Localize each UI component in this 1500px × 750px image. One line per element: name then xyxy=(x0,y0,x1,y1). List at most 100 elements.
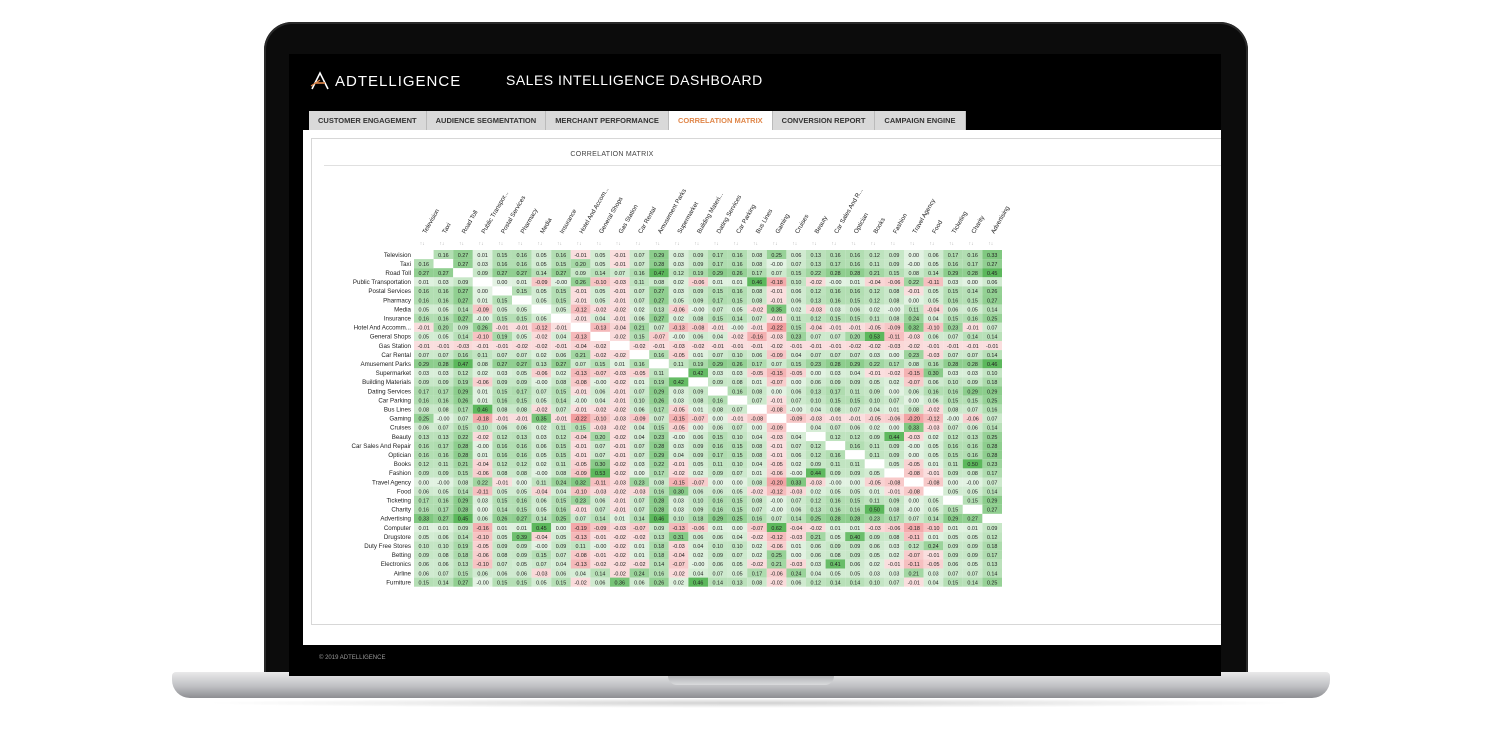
sort-icon[interactable]: ↑↓ xyxy=(792,241,797,247)
cell-value: -0.02 xyxy=(594,408,606,414)
cell-value: 0.02 xyxy=(673,580,684,586)
cell-value: 0.16 xyxy=(419,262,430,268)
cell-value: -0.01 xyxy=(653,344,665,350)
cell-value: 0.15 xyxy=(517,508,528,514)
cell-value: 0.28 xyxy=(830,271,841,277)
sort-icon[interactable]: ↑↓ xyxy=(812,241,817,247)
cell-value: 0.08 xyxy=(752,453,763,459)
cell-value: 0.13 xyxy=(458,562,469,568)
sort-icon[interactable]: ↑↓ xyxy=(733,241,738,247)
cell-value: 0.04 xyxy=(595,398,606,404)
cell-value: 0.07 xyxy=(967,571,978,577)
cell-value: 0.04 xyxy=(713,335,724,341)
cell-value: 0.22 xyxy=(654,462,665,468)
cell-value: 0.27 xyxy=(458,289,469,295)
sort-icon[interactable]: ↑↓ xyxy=(851,241,856,247)
sort-icon[interactable]: ↑↓ xyxy=(969,241,974,247)
cell-value: -0.01 xyxy=(574,408,586,414)
tab-audience-segmentation[interactable]: AUDIENCE SEGMENTATION xyxy=(426,111,547,130)
sort-icon[interactable]: ↑↓ xyxy=(773,241,778,247)
sort-icon[interactable]: ↑↓ xyxy=(498,241,503,247)
brand-logo[interactable]: ADTELLIGENCE xyxy=(309,70,461,92)
cell-value: -0.03 xyxy=(614,526,626,532)
cell-value: 0.07 xyxy=(830,353,841,359)
cell-value: 0.06 xyxy=(909,389,920,395)
cell-value: -0.00 xyxy=(770,508,782,514)
sort-icon[interactable]: ↑↓ xyxy=(655,241,660,247)
cell-value: -0.04 xyxy=(927,307,939,313)
sort-icon[interactable]: ↑↓ xyxy=(479,241,484,247)
cell-value: -0.02 xyxy=(535,408,547,414)
cell-value: 0.26 xyxy=(654,580,665,586)
cell-value: -0.01 xyxy=(927,344,939,350)
cell-value: 0.08 xyxy=(889,289,900,295)
sort-icon[interactable]: ↑↓ xyxy=(890,241,895,247)
cell-value: 0.05 xyxy=(595,289,606,295)
cell-value: 0.45 xyxy=(458,517,469,523)
cell-value: 0.05 xyxy=(928,262,939,268)
row-label: Car Rental xyxy=(381,352,411,359)
cell-value: 0.01 xyxy=(830,526,841,532)
cell-value: -0.01 xyxy=(574,444,586,450)
cell-value: 0.10 xyxy=(713,544,724,550)
sort-icon[interactable]: ↑↓ xyxy=(596,241,601,247)
cell-value: 0.10 xyxy=(869,580,880,586)
cell-value: 0.00 xyxy=(517,480,528,486)
sort-icon[interactable]: ↑↓ xyxy=(949,241,954,247)
sort-icon[interactable]: ↑↓ xyxy=(910,241,915,247)
cell-value: 0.17 xyxy=(438,389,449,395)
sort-icon[interactable]: ↑↓ xyxy=(537,241,542,247)
sort-icon[interactable]: ↑↓ xyxy=(675,241,680,247)
cell-value: -0.04 xyxy=(574,344,586,350)
tab-customer-engagement[interactable]: CUSTOMER ENGAGEMENT xyxy=(309,111,427,130)
sort-icon[interactable]: ↑↓ xyxy=(459,241,464,247)
cell-value: -0.01 xyxy=(574,508,586,514)
cell-value: -0.06 xyxy=(692,526,704,532)
cell-value: 0.15 xyxy=(536,553,547,559)
cell-value: 0.07 xyxy=(752,317,763,323)
sort-icon[interactable]: ↑↓ xyxy=(714,241,719,247)
cell-value: 0.14 xyxy=(928,271,939,277)
cell-value: 0.29 xyxy=(948,271,959,277)
sort-icon[interactable]: ↑↓ xyxy=(831,241,836,247)
cell-value: -0.00 xyxy=(672,335,684,341)
sort-icon[interactable]: ↑↓ xyxy=(753,241,758,247)
sort-icon[interactable]: ↑↓ xyxy=(988,241,993,247)
cell-value: 0.16 xyxy=(830,253,841,259)
tab-correlation-matrix[interactable]: CORRELATION MATRIX xyxy=(668,111,773,130)
tab-campaign-engine[interactable]: CAMPAIGN ENGINE xyxy=(875,111,966,130)
sort-icon[interactable]: ↑↓ xyxy=(635,241,640,247)
tab-merchant-performance[interactable]: MERCHANT PERFORMANCE xyxy=(546,111,669,130)
sort-icon[interactable]: ↑↓ xyxy=(929,241,934,247)
sort-icon[interactable]: ↑↓ xyxy=(420,241,425,247)
sort-icon[interactable]: ↑↓ xyxy=(694,241,699,247)
tab-conversion-report[interactable]: CONVERSION REPORT xyxy=(772,111,876,130)
cell-value: 0.09 xyxy=(458,526,469,532)
sort-icon[interactable]: ↑↓ xyxy=(871,241,876,247)
cell-value: 0.16 xyxy=(438,317,449,323)
sort-icon[interactable]: ↑↓ xyxy=(577,241,582,247)
cell-value: -0.07 xyxy=(594,371,606,377)
sort-icon[interactable]: ↑↓ xyxy=(439,241,444,247)
cell-value: -0.01 xyxy=(496,344,508,350)
cell-value: 0.14 xyxy=(497,508,508,514)
cell-value: -0.01 xyxy=(751,326,763,332)
sort-icon[interactable]: ↑↓ xyxy=(518,241,523,247)
cell-value: 0.28 xyxy=(948,362,959,368)
cell-value: 0.06 xyxy=(536,444,547,450)
cell-value: -0.12 xyxy=(535,326,547,332)
cell-value: 0.06 xyxy=(713,489,724,495)
cell-value: 0.03 xyxy=(438,280,449,286)
sort-icon[interactable]: ↑↓ xyxy=(616,241,621,247)
cell-value: 0.16 xyxy=(830,289,841,295)
cell-value: 0.10 xyxy=(634,398,645,404)
cell-value: 0.26 xyxy=(458,398,469,404)
cell-value: 0.14 xyxy=(595,271,606,277)
cell-value: 0.17 xyxy=(948,253,959,259)
cell-value: 0.29 xyxy=(987,499,998,505)
cell-value: -0.01 xyxy=(908,580,920,586)
cell-value: -0.01 xyxy=(751,344,763,350)
cell-value: 0.14 xyxy=(438,580,449,586)
cell-value: 0.03 xyxy=(732,371,743,377)
sort-icon[interactable]: ↑↓ xyxy=(557,241,562,247)
